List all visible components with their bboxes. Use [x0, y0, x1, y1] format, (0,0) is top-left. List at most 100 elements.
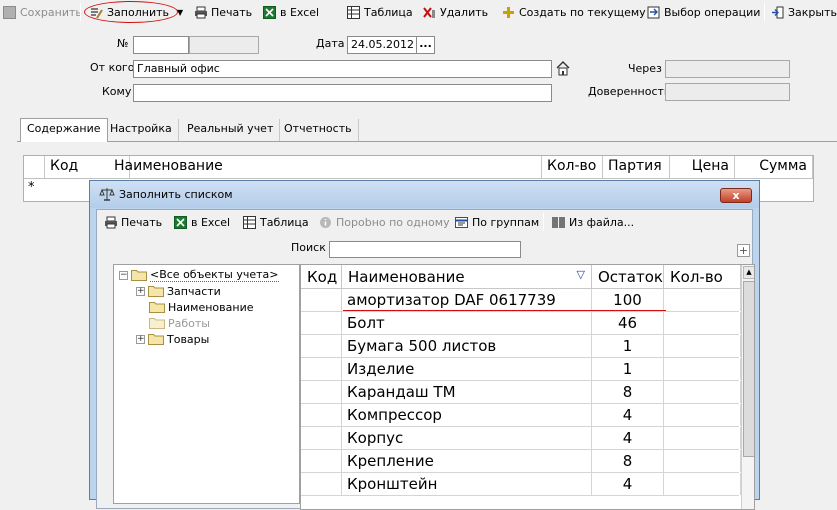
- scroll-thumb[interactable]: [743, 281, 754, 457]
- list-header-code[interactable]: Код: [301, 265, 342, 289]
- create-by-current-button[interactable]: Создать по текущему: [502, 2, 646, 22]
- expand-plus-button[interactable]: +: [737, 244, 750, 257]
- delete-button[interactable]: Удалить: [423, 2, 488, 22]
- tab-strip-line: [17, 141, 837, 142]
- tree-item-spare-parts[interactable]: + Запчасти: [136, 283, 221, 299]
- home-icon[interactable]: [555, 59, 571, 77]
- operation-icon: [647, 6, 660, 19]
- via-field[interactable]: [665, 60, 790, 78]
- list-row[interactable]: Болт 46: [301, 312, 741, 335]
- list-header-qty[interactable]: Кол-во: [664, 265, 741, 289]
- list-header-name[interactable]: Наименование ▽: [342, 265, 592, 289]
- cell-qty[interactable]: [664, 404, 741, 426]
- excel-button[interactable]: в Excel: [263, 2, 319, 22]
- tree-item-works[interactable]: Работы: [149, 315, 210, 331]
- list-header-stock[interactable]: Остаток: [592, 265, 664, 289]
- list-row[interactable]: Корпус 4: [301, 427, 741, 450]
- cell-qty[interactable]: [664, 358, 741, 380]
- tree-expander-icon[interactable]: −: [119, 270, 128, 280]
- scales-icon: [99, 187, 115, 201]
- tab-settings[interactable]: Настройка: [104, 119, 179, 141]
- tree-expander-icon[interactable]: +: [136, 334, 145, 344]
- proxy-field[interactable]: [665, 83, 790, 101]
- cell-name: Корпус: [342, 427, 592, 449]
- cell-qty[interactable]: [664, 289, 741, 311]
- dialog-by-groups-button[interactable]: По группам: [455, 212, 539, 232]
- cell-qty[interactable]: [664, 473, 741, 495]
- column-header-sum[interactable]: Сумма: [735, 156, 813, 178]
- tab-content[interactable]: Содержание: [20, 118, 108, 142]
- tab-reporting[interactable]: Отчетность: [278, 119, 359, 141]
- list-row[interactable]: Бумага 500 листов 1: [301, 335, 741, 358]
- dialog-toolbar-separator: [543, 213, 544, 231]
- dialog-from-file-button[interactable]: Из файла...: [552, 212, 634, 232]
- table-button[interactable]: Таблица: [347, 2, 413, 22]
- dialog-close-button[interactable]: x: [720, 188, 752, 203]
- cell-stock: 100: [592, 289, 664, 311]
- tab-real-accounting[interactable]: Реальный учет: [181, 119, 281, 141]
- dialog-print-button[interactable]: Печать: [104, 212, 162, 232]
- exit-icon: [771, 6, 784, 19]
- close-button[interactable]: Закрыть: [771, 2, 837, 22]
- cell-code: [301, 404, 342, 426]
- list-row[interactable]: амортизатор DAF 0617739 100: [301, 289, 741, 312]
- column-header-price[interactable]: Цена: [670, 156, 735, 178]
- search-label: Поиск: [291, 241, 326, 254]
- proxy-label: Доверенность: [588, 85, 671, 98]
- number-suffix-field: [189, 36, 259, 54]
- tree-item-goods[interactable]: + Товары: [136, 331, 209, 347]
- cell-qty[interactable]: [664, 450, 741, 472]
- column-header-name[interactable]: Наименование: [109, 156, 542, 178]
- save-button[interactable]: Сохранить: [3, 2, 82, 22]
- print-button[interactable]: Печать: [194, 2, 252, 22]
- cell-stock: 4: [592, 473, 664, 495]
- tree-item-all-objects[interactable]: − <Все объекты учета>: [119, 267, 279, 283]
- folder-icon: [149, 317, 165, 329]
- cell-qty[interactable]: [664, 381, 741, 403]
- list-header-name-label: Наименование: [348, 268, 465, 286]
- cell-qty[interactable]: [664, 312, 741, 334]
- excel-icon: [174, 215, 187, 229]
- cell-stock: 1: [592, 358, 664, 380]
- list-row[interactable]: Компрессор 4: [301, 404, 741, 427]
- chevron-down-icon: ▼: [177, 7, 184, 17]
- printer-icon: [104, 216, 117, 229]
- to-field[interactable]: [133, 84, 552, 102]
- number-field[interactable]: [133, 36, 189, 54]
- date-field[interactable]: 24.05.2012: [347, 36, 417, 54]
- tree-item-label: Работы: [168, 316, 210, 330]
- tree-expander-icon[interactable]: +: [136, 286, 145, 296]
- cell-qty[interactable]: [664, 427, 741, 449]
- new-row-marker: *: [28, 180, 35, 195]
- column-header-qty[interactable]: Кол-во: [542, 156, 603, 178]
- tree-item-naming[interactable]: Наименование: [149, 299, 253, 315]
- list-scrollbar[interactable]: ▲: [741, 265, 754, 509]
- cell-qty[interactable]: [664, 335, 741, 357]
- list-row[interactable]: Карандаш ТМ 8: [301, 381, 741, 404]
- from-label: От кого: [90, 61, 135, 74]
- cell-name: Бумага 500 листов: [342, 335, 592, 357]
- date-picker-button[interactable]: ...: [416, 36, 435, 54]
- barcode-icon: [552, 216, 565, 229]
- column-header-batch[interactable]: Партия: [603, 156, 670, 178]
- from-field[interactable]: Главный офис: [133, 60, 552, 78]
- fill-dropdown-arrow[interactable]: ▼: [177, 2, 183, 22]
- scroll-up-arrow[interactable]: ▲: [743, 266, 754, 279]
- dialog-table-button[interactable]: Таблица: [243, 212, 309, 232]
- dialog-titlebar[interactable]: Заполнить списком x: [90, 181, 759, 208]
- select-operation-button[interactable]: Выбор операции: [647, 2, 760, 22]
- dialog-detail-one-button[interactable]: Порobно по одному: [319, 212, 450, 232]
- list-row[interactable]: Кронштейн 4: [301, 473, 741, 496]
- dialog-excel-button[interactable]: в Excel: [174, 212, 230, 232]
- search-input[interactable]: [329, 241, 521, 258]
- toolbar-separator: [80, 3, 81, 21]
- sort-icon[interactable]: ▽: [577, 268, 585, 281]
- cell-stock: 8: [592, 450, 664, 472]
- to-label: Кому: [102, 85, 132, 98]
- cell-name: Компрессор: [342, 404, 592, 426]
- list-row[interactable]: Изделие 1: [301, 358, 741, 381]
- list-row[interactable]: Крепление 8: [301, 450, 741, 473]
- cell-code: [301, 289, 342, 311]
- cell-code: [301, 335, 342, 357]
- delete-icon: [423, 6, 436, 19]
